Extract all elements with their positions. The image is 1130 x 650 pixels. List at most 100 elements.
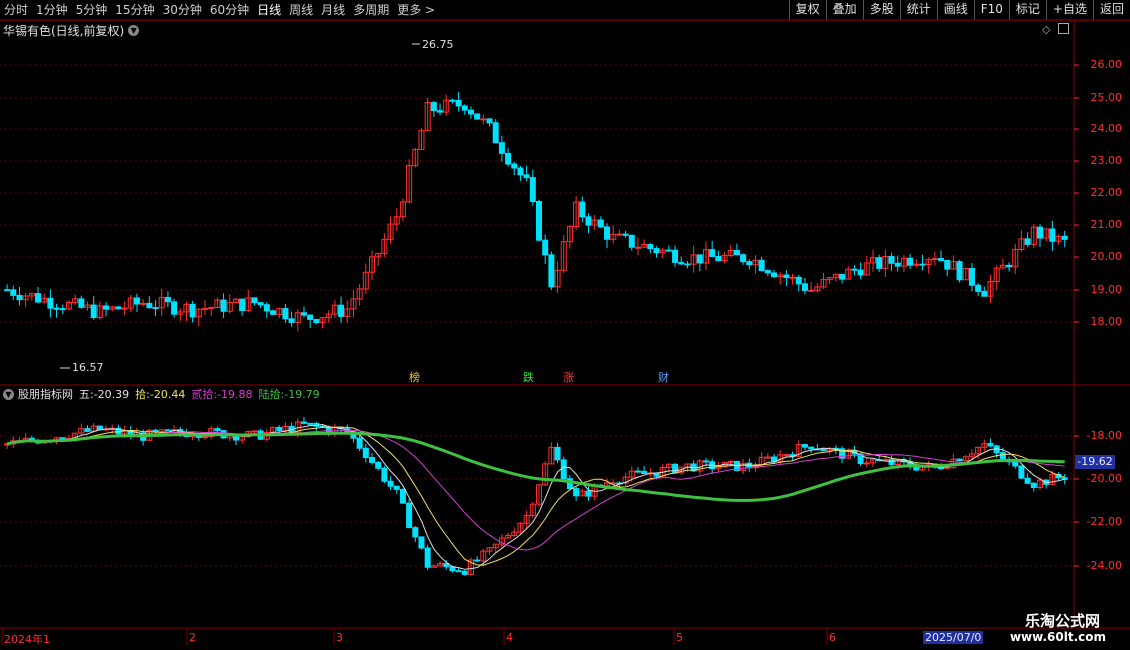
candle-body bbox=[542, 239, 549, 256]
ind-body bbox=[672, 463, 679, 474]
ind-body bbox=[307, 422, 314, 425]
candle-body bbox=[171, 301, 178, 315]
candle-body bbox=[300, 312, 307, 316]
candle-body bbox=[740, 254, 747, 263]
ind-body bbox=[202, 436, 209, 439]
ind-body bbox=[362, 447, 369, 459]
ind-body bbox=[888, 459, 895, 465]
ind-body bbox=[641, 470, 648, 475]
chevron-down-icon[interactable]: ▼ bbox=[128, 24, 140, 36]
ind-body bbox=[393, 485, 400, 490]
indicator-values: 五:-20.39 拾:-20.44 贰拾:-19.88 陆拾:-19.79 bbox=[79, 386, 326, 402]
candle-body bbox=[239, 298, 246, 312]
ind-body bbox=[573, 488, 580, 497]
candle-body bbox=[604, 226, 611, 240]
candle-body bbox=[338, 304, 345, 317]
candle-body bbox=[622, 233, 629, 236]
ind-body bbox=[820, 448, 827, 452]
candle-body bbox=[492, 122, 499, 144]
kline-chart[interactable]: 26.75 16.57 bbox=[0, 0, 1130, 650]
ind-body bbox=[783, 454, 790, 457]
candle-body bbox=[53, 307, 60, 310]
candle-body bbox=[437, 110, 444, 113]
price-axis-label: 24.00 bbox=[1090, 122, 1123, 135]
candle-body bbox=[251, 297, 258, 304]
ind-body bbox=[474, 559, 481, 562]
ind-body bbox=[300, 421, 307, 424]
candle-body bbox=[851, 268, 858, 271]
candle-body bbox=[857, 269, 864, 276]
ind-body bbox=[375, 461, 382, 469]
candle-body bbox=[1006, 264, 1013, 268]
ind-body bbox=[560, 459, 567, 480]
ind-body bbox=[554, 446, 561, 461]
ind-body bbox=[369, 457, 376, 463]
candle-body bbox=[430, 102, 437, 112]
candle-body bbox=[634, 246, 641, 249]
candle-body bbox=[931, 258, 938, 261]
candle-body bbox=[919, 263, 926, 266]
candle-body bbox=[313, 318, 320, 324]
candle-body bbox=[78, 298, 85, 308]
candle-body bbox=[684, 263, 691, 266]
candle-body bbox=[975, 284, 982, 292]
candle-body bbox=[16, 294, 23, 301]
candle-body bbox=[474, 113, 481, 120]
candle-body bbox=[103, 305, 110, 310]
ind-body bbox=[1018, 465, 1025, 479]
candle-body bbox=[307, 314, 314, 320]
ind-body bbox=[455, 570, 462, 573]
candle-body bbox=[808, 289, 815, 292]
ind-body bbox=[412, 527, 419, 538]
candle-body bbox=[270, 310, 277, 315]
ind-body bbox=[987, 443, 994, 447]
ind-body bbox=[727, 460, 734, 463]
ind-body bbox=[801, 444, 808, 448]
date-axis-label: 2 bbox=[189, 631, 196, 644]
indicator-axis-label: -22.00 bbox=[1086, 515, 1122, 528]
candle-body bbox=[709, 249, 716, 257]
candle-body bbox=[461, 105, 468, 111]
candle-body bbox=[467, 109, 474, 115]
event-tag[interactable]: 跌 bbox=[523, 372, 534, 384]
indicator-axis-label: -18.00 bbox=[1086, 429, 1122, 442]
candle-body bbox=[505, 152, 512, 165]
ind-body bbox=[771, 456, 778, 462]
price-axis-label: 23.00 bbox=[1090, 154, 1123, 167]
candle-body bbox=[715, 255, 722, 262]
ind-body bbox=[214, 428, 221, 432]
event-tag[interactable]: 财 bbox=[658, 372, 669, 384]
candle-body bbox=[672, 249, 679, 263]
candle-body bbox=[789, 276, 796, 279]
event-tag[interactable]: 涨 bbox=[563, 372, 574, 384]
candle-body bbox=[647, 244, 654, 250]
high-price-label: 26.75 bbox=[422, 38, 454, 51]
candle-body bbox=[795, 276, 802, 285]
candle-body bbox=[771, 272, 778, 278]
price-axis-label: 25.00 bbox=[1090, 91, 1123, 104]
price-axis-label: 21.00 bbox=[1090, 218, 1123, 231]
indicator-value-1: 拾:-20.44 bbox=[135, 388, 186, 401]
candle-body bbox=[152, 307, 159, 310]
chevron-down-icon[interactable]: ▼ bbox=[3, 388, 14, 400]
candle-body bbox=[938, 258, 945, 261]
candle-body bbox=[597, 219, 604, 228]
candle-body bbox=[511, 163, 518, 169]
panel-icon[interactable] bbox=[1058, 23, 1069, 34]
candle-body bbox=[189, 303, 196, 318]
event-tag[interactable]: 榜 bbox=[409, 372, 420, 384]
candle-body bbox=[35, 293, 42, 303]
indicator-header: ▼ 股朋指标网 五:-20.39 拾:-20.44 贰拾:-19.88 陆拾:-19.… bbox=[0, 387, 332, 401]
candle-body bbox=[449, 99, 456, 102]
date-axis-label: 2024年1 bbox=[4, 633, 50, 646]
candle-body bbox=[480, 118, 487, 121]
ind-body bbox=[399, 488, 406, 504]
ind-body bbox=[863, 462, 870, 465]
watermark-title: 乐淘公式网 bbox=[1024, 612, 1100, 630]
diamond-icon[interactable]: ◇ bbox=[1042, 23, 1050, 36]
candle-body bbox=[944, 259, 951, 270]
ind-body bbox=[999, 452, 1006, 460]
candle-body bbox=[164, 296, 171, 303]
candle-body bbox=[121, 307, 128, 310]
candle-body bbox=[758, 259, 765, 272]
